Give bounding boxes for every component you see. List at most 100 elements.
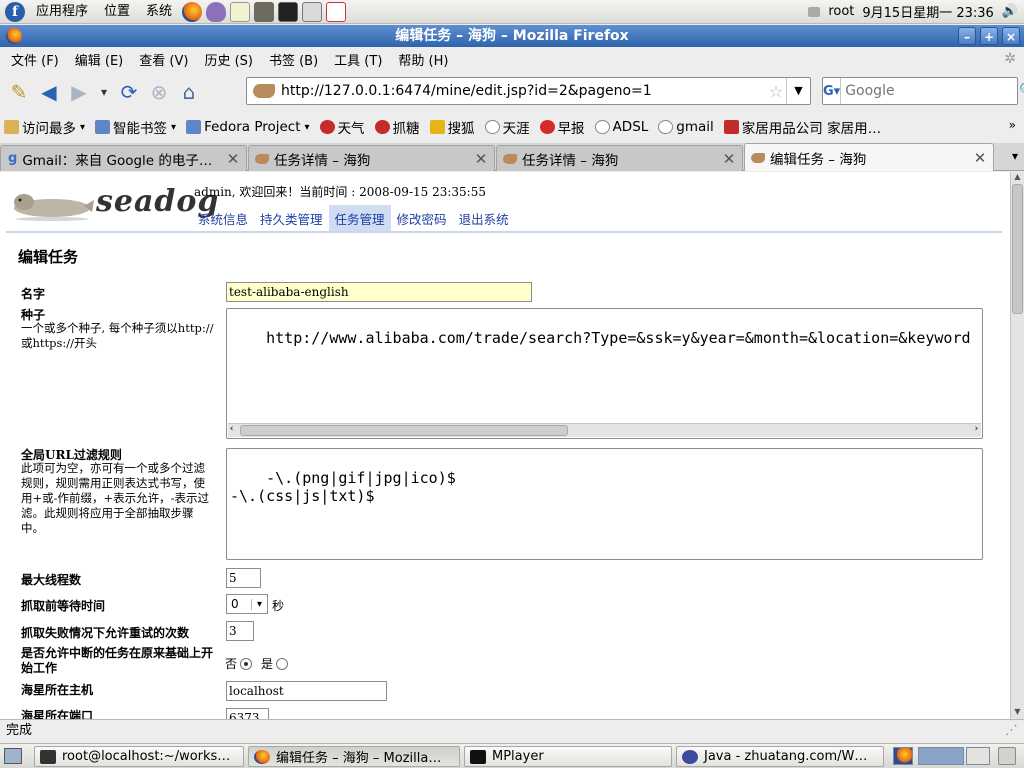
tab-list-chevron-icon[interactable]: ▾: [1012, 149, 1018, 163]
close-icon[interactable]: ✕: [971, 149, 989, 167]
menu-file[interactable]: 文件 (F): [3, 50, 67, 69]
resume-no-radio[interactable]: [240, 657, 253, 670]
page-vertical-scrollbar[interactable]: ▲ ▼: [1010, 172, 1024, 719]
menu-help[interactable]: 帮助 (H): [390, 50, 456, 69]
bookmarks-overflow-icon[interactable]: »: [1009, 118, 1016, 132]
url-bar[interactable]: http://127.0.0.1:6474/mine/edit.jsp?id=2…: [246, 77, 811, 105]
panel-clock[interactable]: 9月15日星期一 23:36: [862, 2, 993, 21]
taskbar-java[interactable]: Java - zhuatang.com/W…: [676, 746, 884, 767]
scroll-thumb[interactable]: [1012, 184, 1023, 314]
bookmark-adsl[interactable]: ADSL: [594, 119, 648, 135]
menu-tools[interactable]: 工具 (T): [326, 50, 390, 69]
tab-gmail[interactable]: g Gmail：来自 Google 的电子… ✕: [0, 145, 247, 171]
mplayer-launcher-icon[interactable]: [302, 1, 323, 22]
fedora-logo-icon[interactable]: f: [5, 1, 25, 22]
volume-icon[interactable]: 🔊: [1002, 4, 1018, 19]
search-bar[interactable]: G▾ 🔍: [822, 77, 1024, 105]
workspace-1[interactable]: [918, 747, 964, 765]
close-icon[interactable]: ✕: [472, 150, 490, 168]
show-desktop-icon[interactable]: [4, 748, 22, 764]
stop-icon[interactable]: ⊗: [144, 77, 174, 107]
menu-view[interactable]: 查看 (V): [131, 50, 196, 69]
workspace-2[interactable]: [966, 747, 990, 765]
threads-input[interactable]: [226, 568, 261, 588]
gimp-launcher-icon[interactable]: [254, 1, 275, 22]
close-icon[interactable]: ✕: [720, 150, 738, 168]
search-engine-icon[interactable]: G ▾: [823, 78, 842, 104]
menu-bookmarks[interactable]: 书签 (B): [261, 50, 326, 69]
scroll-right-icon[interactable]: ›: [974, 424, 979, 434]
site-icon: [594, 120, 610, 134]
maximize-icon[interactable]: +: [980, 27, 998, 45]
menu-history[interactable]: 历史 (S): [196, 50, 261, 69]
search-icon[interactable]: 🔍: [1019, 83, 1024, 99]
nav-logout[interactable]: 退出系统: [453, 205, 515, 232]
nav-persistence-classes[interactable]: 持久类管理: [254, 205, 329, 232]
name-input[interactable]: [226, 282, 532, 302]
bookmark-most-visited[interactable]: 访问最多 ▾: [4, 117, 85, 137]
seed-horizontal-scrollbar[interactable]: ‹ ›: [228, 423, 981, 437]
new-search-icon[interactable]: ✎: [4, 77, 34, 107]
tab-task-detail-1[interactable]: 任务详情 – 海狗 ✕: [248, 145, 495, 171]
panel-menu-places[interactable]: 位置: [96, 0, 138, 24]
bookmark-gmail[interactable]: gmail: [658, 119, 714, 135]
bookmark-weather[interactable]: 天气: [319, 117, 365, 137]
bookmark-tianya[interactable]: 天涯: [484, 117, 530, 137]
taskbar-mplayer[interactable]: MPlayer: [464, 746, 672, 767]
resize-grip-icon[interactable]: ⋰: [1005, 720, 1018, 742]
reload-icon[interactable]: ⟳: [114, 77, 144, 107]
bookmark-zaobao[interactable]: 早报: [539, 117, 585, 137]
forward-icon[interactable]: ▶: [64, 77, 94, 107]
status-text: 完成: [6, 723, 33, 738]
tab-edit-task[interactable]: 编辑任务 – 海狗 ✕: [744, 143, 994, 171]
nav-system-info[interactable]: 系统信息: [192, 205, 254, 232]
history-dropdown-icon[interactable]: ▾: [94, 77, 114, 107]
nav-task-management[interactable]: 任务管理: [328, 205, 391, 232]
bookmark-fedora-project[interactable]: Fedora Project ▾: [186, 119, 310, 135]
bookmark-sohu[interactable]: 搜狐: [429, 117, 475, 137]
filter-textarea[interactable]: -\.(png|gif|jpg|ico)$ -\.(css|js|txt)$: [226, 448, 983, 560]
url-text[interactable]: http://127.0.0.1:6474/mine/edit.jsp?id=2…: [281, 83, 766, 99]
seed-textarea[interactable]: http://www.alibaba.com/trade/search?Type…: [226, 308, 983, 439]
scroll-left-icon[interactable]: ‹: [229, 424, 234, 434]
tab-task-detail-2[interactable]: 任务详情 – 海狗 ✕: [496, 145, 743, 171]
terminal-launcher-icon[interactable]: [278, 1, 299, 22]
minimize-icon[interactable]: –: [958, 27, 976, 45]
taskbar-firefox[interactable]: 编辑任务 – 海狗 – Mozilla…: [248, 746, 460, 767]
menu-edit[interactable]: 编辑 (E): [67, 50, 132, 69]
close-icon[interactable]: ✕: [224, 150, 242, 168]
folder-icon: [4, 120, 19, 134]
firefox-launcher-icon[interactable]: [182, 1, 203, 22]
panel-user[interactable]: root: [828, 4, 854, 19]
text-editor-launcher-icon[interactable]: [230, 1, 251, 22]
scroll-up-icon[interactable]: ▲: [1011, 172, 1024, 184]
nav-change-password[interactable]: 修改密码: [391, 205, 453, 232]
home-icon[interactable]: ⌂: [174, 77, 204, 107]
evolution-launcher-icon[interactable]: [326, 1, 347, 22]
bookmark-zhuatang[interactable]: 抓糖: [374, 117, 420, 137]
firefox-window-icon[interactable]: [6, 28, 22, 44]
wait-select[interactable]: 0 ▾: [226, 594, 268, 614]
scroll-thumb[interactable]: [240, 425, 568, 436]
search-input[interactable]: [841, 79, 1020, 103]
pidgin-launcher-icon[interactable]: [206, 1, 227, 22]
tray-firefox-icon[interactable]: [893, 747, 913, 765]
resume-yes-radio[interactable]: [276, 657, 289, 670]
back-icon[interactable]: ◀: [34, 77, 64, 107]
page-content: seadog admin, 欢迎回来！当前时间 : 2008-09-15 23:…: [0, 172, 1010, 719]
panel-menu-applications[interactable]: 应用程序: [28, 0, 96, 24]
bookmark-star-icon[interactable]: ☆: [766, 82, 786, 101]
user-switcher-icon[interactable]: [808, 6, 821, 17]
window-titlebar[interactable]: 编辑任务 – 海狗 – Mozilla Firefox – + ×: [0, 25, 1024, 47]
scroll-down-icon[interactable]: ▼: [1011, 707, 1024, 719]
port-input[interactable]: [226, 708, 269, 719]
taskbar-terminal[interactable]: root@localhost:~/works…: [34, 746, 244, 767]
trash-icon[interactable]: [998, 747, 1016, 765]
url-dropdown-icon[interactable]: ▼: [786, 78, 810, 104]
bookmark-home-goods[interactable]: 家居用品公司 家居用…: [723, 117, 881, 137]
retries-input[interactable]: [226, 621, 254, 641]
close-window-icon[interactable]: ×: [1002, 27, 1020, 45]
bookmark-smart[interactable]: 智能书签 ▾: [95, 117, 176, 137]
panel-menu-system[interactable]: 系统: [138, 0, 180, 24]
host-input[interactable]: [226, 681, 387, 701]
